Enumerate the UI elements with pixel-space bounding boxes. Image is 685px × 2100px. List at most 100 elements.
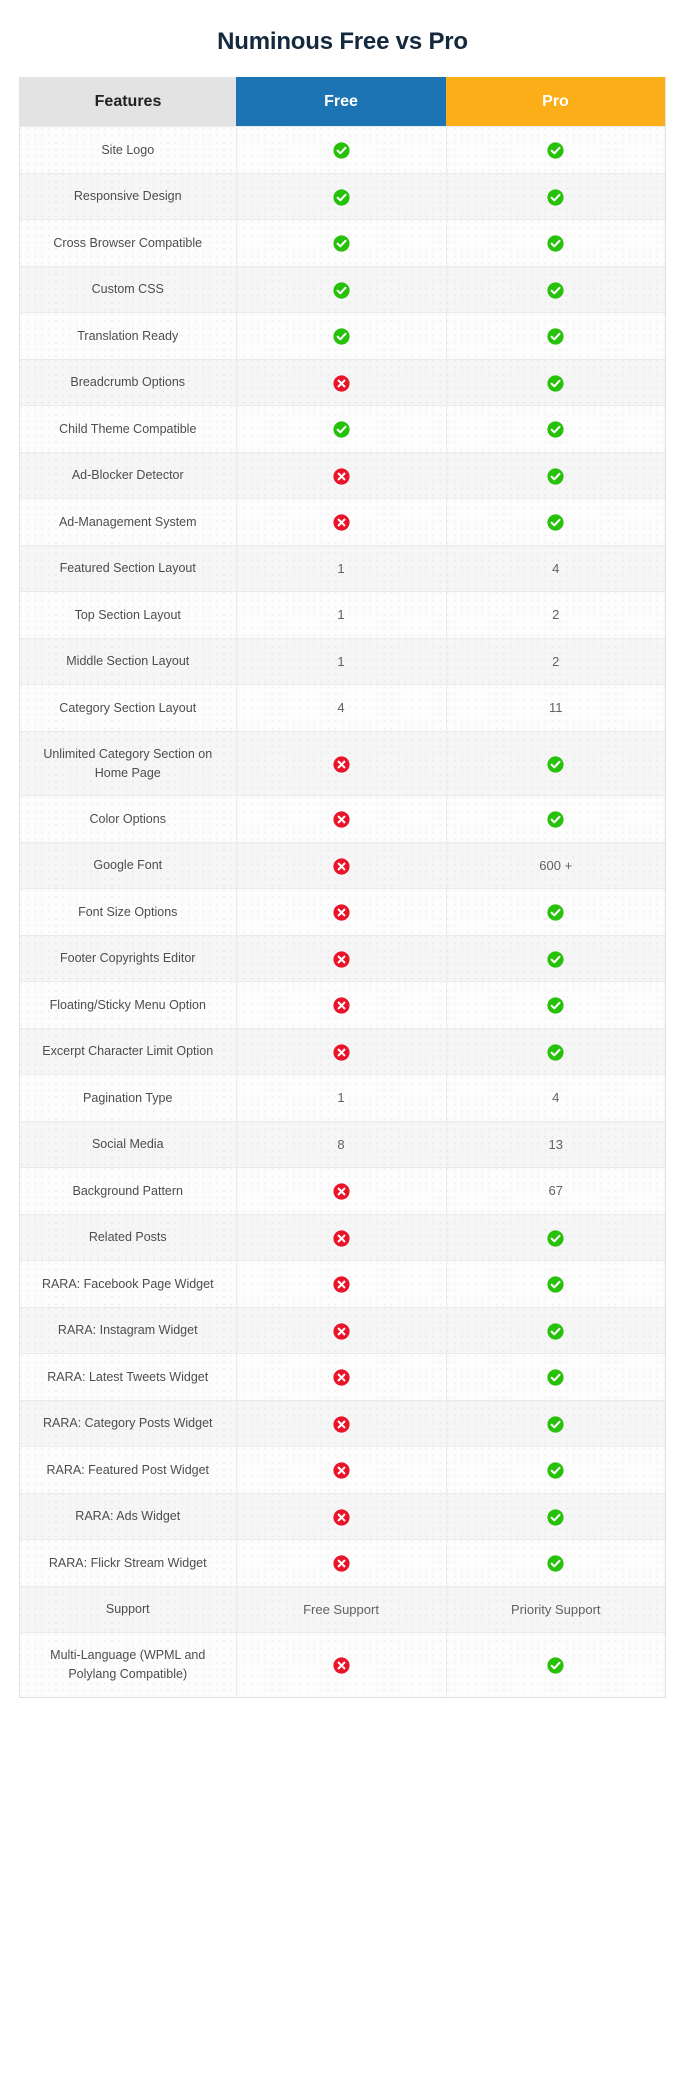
column-header-pro: Pro bbox=[446, 76, 665, 127]
check-circle-icon bbox=[547, 189, 564, 206]
feature-label: Site Logo bbox=[101, 142, 155, 157]
cell-pro-text: 4 bbox=[552, 560, 560, 576]
cell-feature: Unlimited Category Section on Home Page bbox=[20, 730, 237, 796]
table-row: RARA: Latest Tweets Widget bbox=[20, 1353, 665, 1401]
x-circle-icon bbox=[332, 1509, 350, 1526]
cell-feature: Ad-Blocker Detector bbox=[20, 451, 237, 499]
cell-pro bbox=[446, 1260, 665, 1308]
cell-feature: Custom CSS bbox=[20, 265, 237, 313]
check-circle-icon bbox=[547, 328, 564, 345]
cell-feature: Multi-Language (WPML and Polylang Compat… bbox=[20, 1632, 237, 1697]
cell-pro bbox=[446, 795, 665, 843]
feature-label: Font Size Options bbox=[78, 904, 178, 919]
table-row: Font Size Options bbox=[20, 888, 665, 936]
cell-pro bbox=[446, 1353, 665, 1401]
feature-label: Social Media bbox=[91, 1137, 164, 1152]
feature-label: Google Font bbox=[93, 858, 163, 873]
cell-pro bbox=[446, 730, 665, 796]
table-row: Footer Copyrights Editor bbox=[20, 934, 665, 982]
table-row: Google Font 600 + bbox=[20, 841, 665, 889]
comparison-page: Numinous Free vs Pro Features Free Pro S… bbox=[0, 0, 685, 2100]
feature-label: Featured Section Layout bbox=[59, 561, 196, 576]
check-circle-icon bbox=[547, 1462, 564, 1479]
check-circle-icon bbox=[547, 1509, 564, 1526]
cell-free bbox=[236, 795, 447, 843]
feature-label: RARA: Flickr Stream Widget bbox=[48, 1555, 207, 1570]
cell-feature: RARA: Flickr Stream Widget bbox=[20, 1539, 237, 1587]
cell-pro bbox=[446, 1027, 665, 1075]
check-circle-icon bbox=[547, 1657, 564, 1674]
cell-feature: Support bbox=[20, 1585, 237, 1633]
check-circle-icon bbox=[547, 421, 564, 438]
cell-pro: 2 bbox=[446, 591, 665, 639]
cell-pro bbox=[446, 1399, 665, 1447]
cell-feature: Background Pattern bbox=[20, 1167, 237, 1215]
check-circle-icon bbox=[332, 189, 350, 206]
feature-label: RARA: Ads Widget bbox=[75, 1509, 181, 1524]
feature-label: Breadcrumb Options bbox=[70, 375, 186, 390]
cell-pro bbox=[446, 1446, 665, 1494]
x-circle-icon bbox=[332, 1230, 350, 1247]
cell-feature: Responsive Design bbox=[20, 172, 237, 220]
cell-feature: Category Section Layout bbox=[20, 684, 237, 732]
cell-feature: Social Media bbox=[20, 1120, 237, 1168]
cell-free bbox=[236, 451, 447, 499]
feature-label: Excerpt Character Limit Option bbox=[42, 1044, 214, 1059]
cell-free bbox=[236, 1260, 447, 1308]
cell-pro-text: 2 bbox=[552, 653, 560, 669]
table-row: Ad-Management System bbox=[20, 498, 665, 546]
table-row: Top Section Layout 1 2 bbox=[20, 591, 665, 639]
check-circle-icon bbox=[547, 811, 564, 828]
table-row: Site Logo bbox=[20, 126, 665, 174]
feature-label: Ad-Management System bbox=[58, 514, 197, 529]
table-row: Breadcrumb Options bbox=[20, 358, 665, 406]
cell-pro: 2 bbox=[446, 637, 665, 685]
table-row: Child Theme Compatible bbox=[20, 405, 665, 453]
cell-free bbox=[236, 498, 447, 546]
cell-feature: Child Theme Compatible bbox=[20, 405, 237, 453]
cell-pro bbox=[446, 451, 665, 499]
table-row: RARA: Featured Post Widget bbox=[20, 1446, 665, 1494]
table-row: Related Posts bbox=[20, 1213, 665, 1261]
cell-free-text: 8 bbox=[337, 1136, 345, 1152]
cell-free bbox=[236, 888, 447, 936]
cell-free bbox=[236, 934, 447, 982]
x-circle-icon bbox=[332, 811, 350, 828]
cell-free bbox=[236, 172, 447, 220]
feature-label: RARA: Instagram Widget bbox=[57, 1323, 198, 1338]
cell-pro bbox=[446, 265, 665, 313]
check-circle-icon bbox=[332, 328, 350, 345]
cell-pro bbox=[446, 888, 665, 936]
check-circle-icon bbox=[547, 756, 564, 773]
cell-pro-text: Priority Support bbox=[510, 1601, 601, 1617]
table-row: Responsive Design bbox=[20, 172, 665, 220]
cell-pro-text: 4 bbox=[552, 1090, 560, 1106]
feature-label: Unlimited Category Section on Home Page bbox=[43, 746, 213, 780]
cell-free: Free Support bbox=[236, 1585, 447, 1633]
table-row: Translation Ready bbox=[20, 312, 665, 360]
table-row: RARA: Category Posts Widget bbox=[20, 1399, 665, 1447]
check-circle-icon bbox=[547, 514, 564, 531]
feature-label: RARA: Featured Post Widget bbox=[46, 1462, 210, 1477]
feature-label: RARA: Latest Tweets Widget bbox=[47, 1369, 209, 1384]
cell-free bbox=[236, 1539, 447, 1587]
feature-label: Middle Section Layout bbox=[66, 654, 190, 669]
check-circle-icon bbox=[547, 1230, 564, 1247]
x-circle-icon bbox=[332, 858, 350, 875]
cell-feature: Footer Copyrights Editor bbox=[20, 934, 237, 982]
x-circle-icon bbox=[332, 468, 350, 485]
check-circle-icon bbox=[332, 235, 350, 252]
table-row: RARA: Flickr Stream Widget bbox=[20, 1539, 665, 1587]
comparison-table-container: Features Free Pro Site Logo Responsive De… bbox=[19, 76, 666, 1698]
cell-free: 1 bbox=[236, 591, 447, 639]
check-circle-icon bbox=[547, 997, 564, 1014]
check-circle-icon bbox=[547, 1369, 564, 1386]
cell-feature: Excerpt Character Limit Option bbox=[20, 1027, 237, 1075]
check-circle-icon bbox=[332, 142, 350, 159]
feature-label: Child Theme Compatible bbox=[59, 421, 197, 436]
cell-free-text: 1 bbox=[337, 1090, 345, 1106]
feature-comparison-table: Features Free Pro Site Logo Responsive De… bbox=[20, 76, 665, 1697]
x-circle-icon bbox=[332, 951, 350, 968]
cell-pro: 11 bbox=[446, 684, 665, 732]
table-row: RARA: Ads Widget bbox=[20, 1492, 665, 1540]
